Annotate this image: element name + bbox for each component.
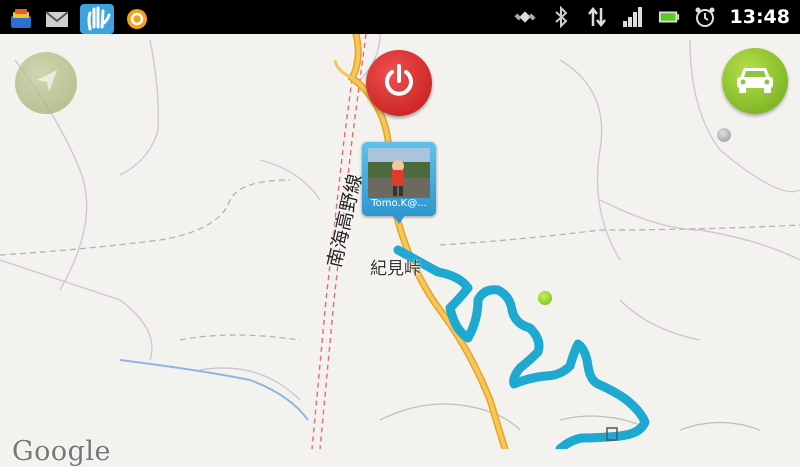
status-bar: 13:48 <box>0 0 800 34</box>
photo-thumbnail <box>368 148 430 198</box>
car-mode-button[interactable] <box>722 48 788 114</box>
alarm-clock-icon <box>694 6 716 28</box>
clock: 13:48 <box>729 6 790 28</box>
power-icon <box>379 61 419 105</box>
stack-app-icon <box>8 6 34 32</box>
compass-button[interactable] <box>15 52 77 114</box>
hi-app-icon <box>80 4 114 34</box>
signal-strength-icon <box>622 6 644 28</box>
data-transfer-icon <box>586 6 608 28</box>
mail-icon <box>44 6 70 32</box>
bluetooth-icon <box>550 6 572 28</box>
gray-point-marker[interactable] <box>717 128 731 142</box>
photo-caption: Tomo.K@... <box>371 198 427 209</box>
orange-app-icon <box>124 6 150 32</box>
compass-icon <box>29 64 63 102</box>
google-watermark: Google <box>12 436 111 467</box>
photo-marker[interactable]: Tomo.K@... <box>362 142 436 224</box>
car-icon <box>734 62 776 100</box>
power-button[interactable] <box>366 50 432 116</box>
battery-icon <box>658 6 680 28</box>
notification-icons <box>8 4 150 34</box>
system-status-icons: 13:48 <box>513 4 790 30</box>
gps-satellite-icon <box>513 6 536 28</box>
marker-pointer <box>392 214 406 224</box>
green-point-marker[interactable] <box>538 291 552 305</box>
place-label: 紀見峠 <box>370 259 421 279</box>
